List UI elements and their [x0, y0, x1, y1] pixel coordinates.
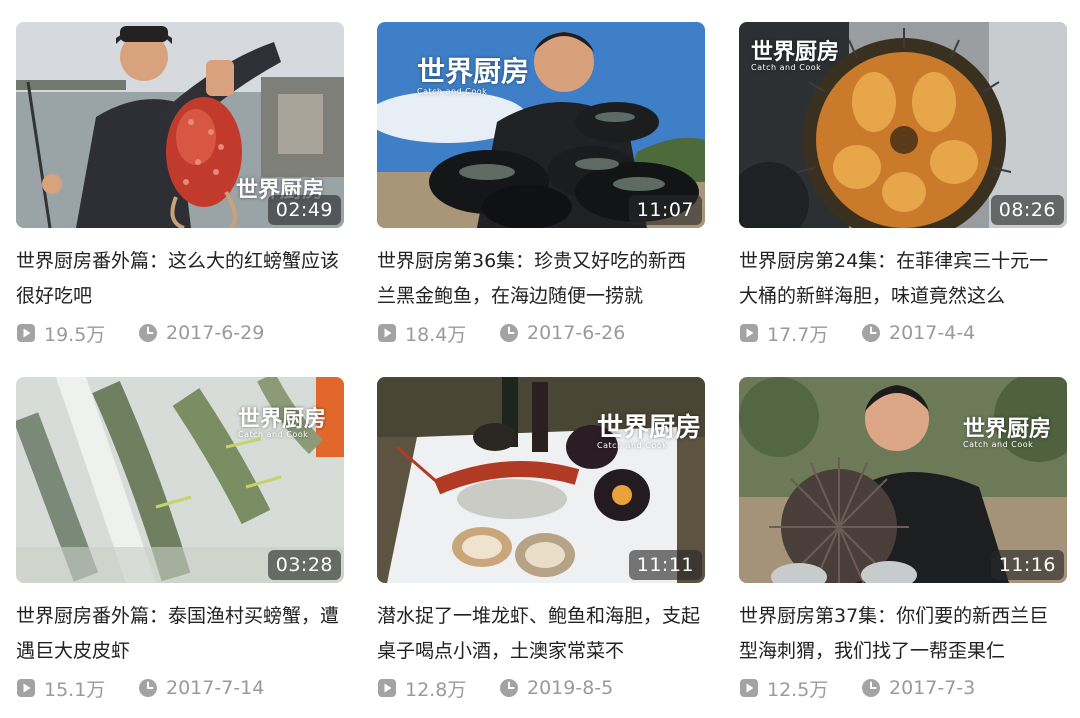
play-count-icon	[377, 678, 397, 698]
publish-date-value: 2017-6-26	[527, 322, 626, 344]
publish-date: 2017-6-26	[499, 322, 625, 344]
video-meta: 19.5万 2017-6-29	[16, 319, 344, 347]
view-count-value: 17.7万	[767, 323, 829, 346]
video-thumbnail[interactable]: 世界厨房 02:49	[16, 22, 344, 228]
view-count-value: 12.5万	[767, 678, 829, 701]
video-title[interactable]: 世界厨房第37集：你们要的新西兰巨型海刺猬，我们找了一帮歪果仁	[739, 599, 1064, 669]
view-count: 19.5万	[16, 320, 138, 347]
video-title[interactable]: 潜水捉了一堆龙虾、鲍鱼和海胆，支起桌子喝点小酒，土澳家常菜不	[377, 599, 702, 669]
view-count: 15.1万	[16, 675, 138, 702]
video-duration: 08:26	[990, 195, 1064, 225]
video-card[interactable]: 世界厨房 Catch and Cook 11:11 潜水捉了一堆龙虾、鲍鱼和海胆…	[377, 377, 705, 702]
clock-icon	[499, 323, 519, 343]
video-meta: 12.5万 2017-7-3	[739, 674, 1067, 702]
watermark: 世界厨房 Catch and Cook	[417, 55, 530, 96]
view-count-value: 12.8万	[405, 678, 467, 701]
view-count: 17.7万	[739, 320, 861, 347]
view-count-value: 19.5万	[44, 323, 106, 346]
view-count: 18.4万	[377, 320, 499, 347]
video-meta: 12.8万 2019-8-5	[377, 674, 705, 702]
video-thumbnail[interactable]: 世界厨房 Catch and Cook 11:07	[377, 22, 705, 228]
video-card[interactable]: 世界厨房 02:49 世界厨房番外篇：这么大的红螃蟹应该很好吃吧 19.5万 2…	[16, 22, 344, 347]
video-card[interactable]: 世界厨房 Catch and Cook 11:07 世界厨房第36集：珍贵又好吃…	[377, 22, 705, 347]
video-title[interactable]: 世界厨房第24集：在菲律宾三十元一大桶的新鲜海胆，味道竟然这么	[739, 244, 1064, 314]
clock-icon	[138, 678, 158, 698]
publish-date-value: 2019-8-5	[527, 677, 614, 699]
video-card[interactable]: 世界厨房 Catch and Cook 03:28 世界厨房番外篇：泰国渔村买螃…	[16, 377, 344, 702]
view-count-value: 15.1万	[44, 678, 106, 701]
video-duration: 03:28	[267, 550, 341, 580]
video-thumbnail[interactable]: 世界厨房 Catch and Cook 03:28	[16, 377, 344, 583]
watermark: 世界厨房 Catch and Cook	[238, 406, 327, 439]
play-count-icon	[16, 323, 36, 343]
publish-date: 2017-4-4	[861, 322, 975, 344]
clock-icon	[138, 323, 158, 343]
video-card[interactable]: 世界厨房 Catch and Cook 08:26 世界厨房第24集：在菲律宾三…	[739, 22, 1067, 347]
publish-date-value: 2017-4-4	[889, 322, 976, 344]
video-duration: 02:49	[267, 195, 341, 225]
clock-icon	[861, 323, 881, 343]
video-duration: 11:11	[628, 550, 702, 580]
video-meta: 15.1万 2017-7-14	[16, 674, 344, 702]
publish-date: 2017-7-14	[138, 677, 264, 699]
video-duration: 11:16	[990, 550, 1064, 580]
video-meta: 17.7万 2017-4-4	[739, 319, 1067, 347]
video-title[interactable]: 世界厨房第36集：珍贵又好吃的新西兰黑金鲍鱼，在海边随便一捞就	[377, 244, 702, 314]
video-meta: 18.4万 2017-6-26	[377, 319, 705, 347]
video-card[interactable]: 世界厨房 Catch and Cook 11:16 世界厨房第37集：你们要的新…	[739, 377, 1067, 702]
play-count-icon	[16, 678, 36, 698]
view-count: 12.8万	[377, 675, 499, 702]
watermark: 世界厨房 Catch and Cook	[597, 413, 702, 450]
publish-date-value: 2017-7-3	[889, 677, 976, 699]
clock-icon	[499, 678, 519, 698]
play-count-icon	[739, 323, 759, 343]
publish-date-value: 2017-7-14	[166, 677, 265, 699]
video-thumbnail[interactable]: 世界厨房 Catch and Cook 11:11	[377, 377, 705, 583]
video-duration: 11:07	[628, 195, 702, 225]
publish-date: 2017-7-3	[861, 677, 975, 699]
view-count-value: 18.4万	[405, 323, 467, 346]
view-count: 12.5万	[739, 675, 861, 702]
video-thumbnail[interactable]: 世界厨房 Catch and Cook 08:26	[739, 22, 1067, 228]
clock-icon	[861, 678, 881, 698]
video-thumbnail[interactable]: 世界厨房 Catch and Cook 11:16	[739, 377, 1067, 583]
watermark: 世界厨房 Catch and Cook	[963, 416, 1052, 449]
watermark: 世界厨房 Catch and Cook	[751, 39, 840, 72]
video-title[interactable]: 世界厨房番外篇：这么大的红螃蟹应该很好吃吧	[16, 244, 341, 314]
publish-date: 2019-8-5	[499, 677, 613, 699]
video-title[interactable]: 世界厨房番外篇：泰国渔村买螃蟹，遭遇巨大皮皮虾	[16, 599, 341, 669]
play-count-icon	[377, 323, 397, 343]
publish-date-value: 2017-6-29	[166, 322, 265, 344]
play-count-icon	[739, 678, 759, 698]
publish-date: 2017-6-29	[138, 322, 264, 344]
